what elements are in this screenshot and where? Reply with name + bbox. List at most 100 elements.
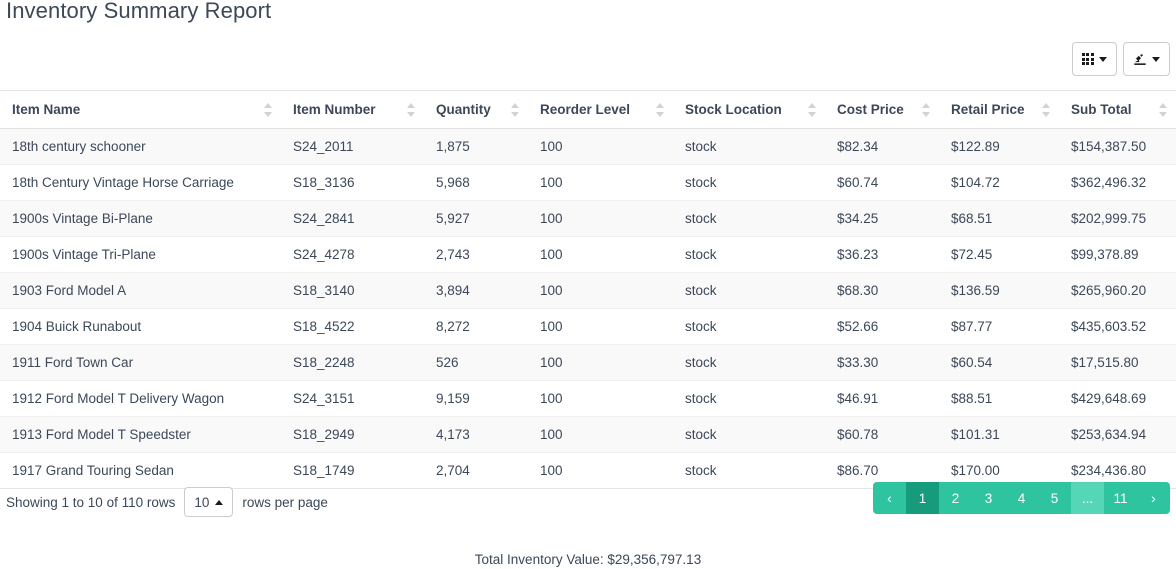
table-cell: $429,648.69: [1059, 380, 1176, 417]
table-cell: $46.91: [825, 380, 939, 417]
table-cell: S18_3136: [281, 164, 424, 201]
chevron-down-icon: [1099, 56, 1107, 62]
table-cell: stock: [673, 416, 825, 453]
pagination-next[interactable]: ›: [1137, 482, 1170, 514]
table-cell: 5,968: [424, 164, 528, 201]
table-cell: stock: [673, 200, 825, 237]
pagination-page-1[interactable]: 1: [906, 482, 939, 514]
table-cell: 4,173: [424, 416, 528, 453]
export-button[interactable]: [1123, 42, 1170, 76]
table-cell: S24_2841: [281, 200, 424, 237]
page-size-select[interactable]: 10: [184, 487, 234, 517]
table-row[interactable]: 1913 Ford Model T Speedster S18_2949 4,173…: [0, 416, 1176, 453]
table-cell: stock: [673, 272, 825, 309]
sort-icon[interactable]: [808, 102, 817, 118]
pagination-prev[interactable]: ‹: [873, 482, 906, 514]
table-row[interactable]: 1900s Vintage Bi-Plane S24_2841 5,927 100st…: [0, 200, 1176, 237]
table-row[interactable]: 1904 Buick Runabout S18_4522 8,272 100 stock…: [0, 308, 1176, 345]
table-cell: 100: [528, 452, 673, 488]
table-cell: $60.54: [939, 344, 1059, 381]
table-cell: 8,272: [424, 308, 528, 345]
table-cell: $99,378.89: [1059, 236, 1176, 273]
column-header-label: Sub Total: [1071, 102, 1132, 117]
chevron-down-icon: [1152, 56, 1160, 62]
table-cell: $253,634.94: [1059, 416, 1176, 453]
column-header-label: Reorder Level: [540, 102, 631, 117]
table-cell: 2,704: [424, 452, 528, 488]
page-size-value: 10: [194, 494, 210, 510]
sort-icon[interactable]: [1159, 102, 1168, 118]
table-cell: S18_3140: [281, 272, 424, 309]
table-toolbar: [1071, 42, 1170, 76]
table-cell: 3,894: [424, 272, 528, 309]
table-cell: $154,387.50: [1059, 128, 1176, 165]
table-cell: $122.89: [939, 128, 1059, 165]
table-cell: $72.45: [939, 236, 1059, 273]
column-header-reorder-level[interactable]: Reorder Level: [528, 91, 673, 129]
table-cell: $34.25: [825, 200, 939, 237]
table-cell: $52.66: [825, 308, 939, 345]
table-cell: S18_2949: [281, 416, 424, 453]
table-row[interactable]: 1912 Ford Model T Delivery Wagon S24_3151…: [0, 380, 1176, 417]
column-header-sub-total[interactable]: Sub Total: [1059, 91, 1176, 129]
column-header-item-number[interactable]: Item Number: [281, 91, 424, 129]
table-cell: $68.30: [825, 272, 939, 309]
table-cell: 1913 Ford Model T Speedster: [0, 416, 281, 453]
column-header-cost-price[interactable]: Cost Price: [825, 91, 939, 129]
table-cell: 100: [528, 236, 673, 273]
sort-icon[interactable]: [407, 102, 416, 118]
table-cell: $104.72: [939, 164, 1059, 201]
report-page: Inventory Summary Report Item Name Item …: [0, 0, 1176, 569]
table-cell: 526: [424, 344, 528, 381]
pagination-page-5[interactable]: 5: [1038, 482, 1071, 514]
table-cell: 1904 Buick Runabout: [0, 308, 281, 345]
table-cell: 1911 Ford Town Car: [0, 344, 281, 381]
column-header-item-name[interactable]: Item Name: [0, 91, 281, 129]
table-cell: stock: [673, 128, 825, 165]
table-cell: stock: [673, 452, 825, 488]
table-cell: 100: [528, 200, 673, 237]
table-cell: S24_4278: [281, 236, 424, 273]
sort-icon[interactable]: [264, 102, 273, 118]
table-cell: $202,999.75: [1059, 200, 1176, 237]
table-cell: 5,927: [424, 200, 528, 237]
rows-per-page-label: rows per page: [242, 494, 328, 510]
table-row[interactable]: 1900s Vintage Tri-Plane S24_4278 2,743 100 s…: [0, 236, 1176, 273]
sort-icon[interactable]: [656, 102, 665, 118]
table-cell: stock: [673, 164, 825, 201]
column-header-quantity[interactable]: Quantity: [424, 91, 528, 129]
pagination-page-4[interactable]: 4: [1005, 482, 1038, 514]
table-cell: $265,960.20: [1059, 272, 1176, 309]
table-cell: 100: [528, 308, 673, 345]
column-header-retail-price[interactable]: Retail Price: [939, 91, 1059, 129]
table-cell: 100: [528, 380, 673, 417]
table-row[interactable]: 18th century schooner S24_2011 1,875 100 sto…: [0, 128, 1176, 165]
table-cell: 100: [528, 128, 673, 165]
table-cell: S18_4522: [281, 308, 424, 345]
table-cell: $68.51: [939, 200, 1059, 237]
sort-icon[interactable]: [511, 102, 520, 118]
table-cell: $362,496.32: [1059, 164, 1176, 201]
table-cell: 100: [528, 272, 673, 309]
pagination-page-last[interactable]: 11: [1104, 482, 1137, 514]
table-cell: 100: [528, 416, 673, 453]
pagination: ‹ 1 2 3 4 5... 11 ›: [873, 482, 1170, 514]
column-header-stock-location[interactable]: Stock Location: [673, 91, 825, 129]
table-row[interactable]: 18th Century Vintage Horse Carriage S18_3…: [0, 164, 1176, 201]
columns-toggle-button[interactable]: [1071, 42, 1117, 76]
table-cell: stock: [673, 308, 825, 345]
pagination-page-2[interactable]: 2: [939, 482, 972, 514]
table-cell: 1917 Grand Touring Sedan: [0, 452, 281, 488]
sort-icon[interactable]: [922, 102, 931, 118]
table-header-row: Item Name Item Number Quantity Reorder L…: [0, 91, 1176, 129]
table-cell: $36.23: [825, 236, 939, 273]
inventory-table: Item Name Item Number Quantity Reorder L…: [0, 91, 1176, 488]
showing-range-text: Showing 1 to 10 of 110 rows: [6, 494, 176, 510]
table-row[interactable]: 1911 Ford Town Car S18_2248 526 100 stock $33…: [0, 344, 1176, 381]
sort-icon[interactable]: [1042, 102, 1051, 118]
table-cell: 18th century schooner: [0, 128, 281, 165]
chevron-up-icon: [215, 499, 224, 505]
pagination-page-3[interactable]: 3: [972, 482, 1005, 514]
inventory-table-container: Item Name Item Number Quantity Reorder L…: [0, 90, 1176, 489]
table-row[interactable]: 1903 Ford Model A S18_3140 3,894 100 stock $6…: [0, 272, 1176, 309]
